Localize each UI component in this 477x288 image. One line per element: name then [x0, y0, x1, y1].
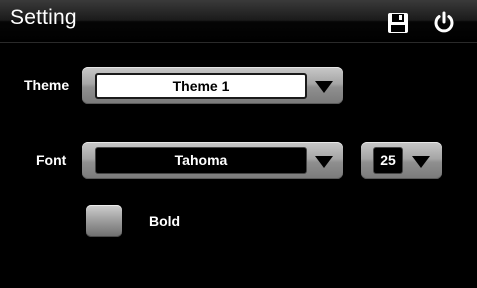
theme-dropdown-arrow-icon[interactable] [315, 81, 333, 93]
power-icon[interactable] [432, 11, 456, 35]
settings-window: Setting Theme Theme 1 Font Tahoma 25 Bol… [0, 0, 477, 288]
bold-label: Bold [149, 213, 181, 229]
theme-label: Theme [24, 77, 70, 93]
title-bar: Setting [0, 0, 477, 43]
bold-checkbox[interactable] [86, 205, 122, 237]
font-dropdown-arrow-icon[interactable] [315, 156, 333, 168]
font-size-value[interactable]: 25 [373, 147, 403, 174]
font-size-arrow-icon[interactable] [412, 156, 430, 168]
font-size-dropdown[interactable]: 25 [361, 142, 442, 179]
theme-selected-value[interactable]: Theme 1 [95, 73, 307, 99]
font-selected-value[interactable]: Tahoma [95, 147, 307, 174]
save-icon[interactable] [386, 11, 410, 35]
font-label: Font [36, 152, 67, 168]
font-dropdown[interactable]: Tahoma [82, 142, 343, 179]
page-title: Setting [10, 6, 77, 29]
theme-dropdown[interactable]: Theme 1 [82, 67, 343, 104]
